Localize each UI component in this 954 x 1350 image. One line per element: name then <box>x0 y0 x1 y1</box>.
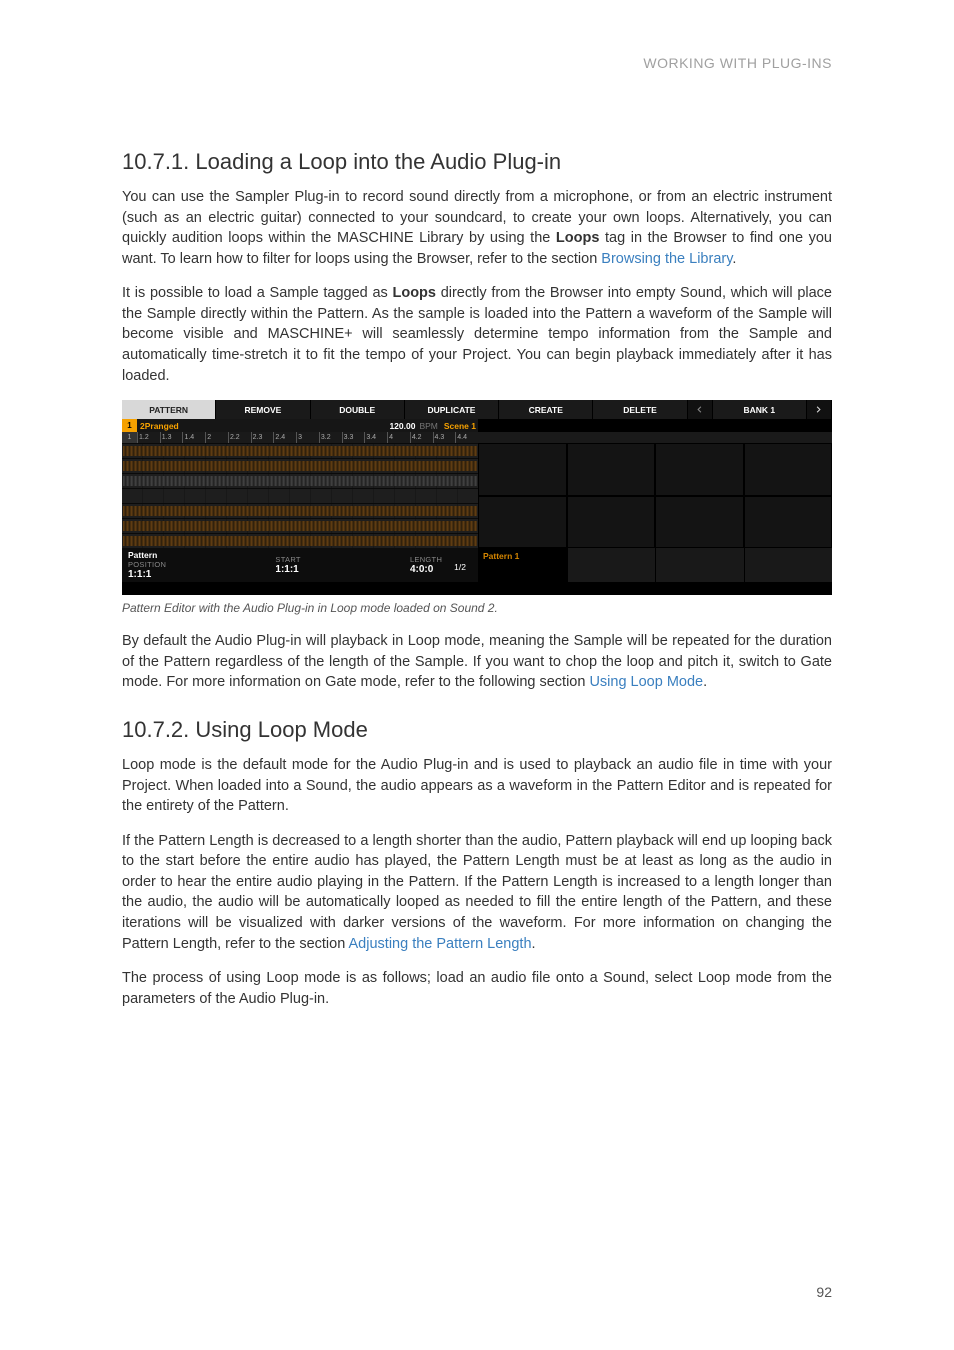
lane <box>122 443 478 458</box>
tick: 4 <box>387 432 410 443</box>
text: . <box>732 251 736 267</box>
tempo-display: 120.00 BPM Scene 1 <box>389 419 478 432</box>
position-value[interactable]: 1:1:1 <box>128 569 166 580</box>
tick: 2 <box>205 432 228 443</box>
tick: 4.3 <box>433 432 456 443</box>
length-label: LENGTH <box>410 555 442 564</box>
pattern-cell[interactable] <box>567 548 656 582</box>
pattern-top-toolbar: PATTERN REMOVE DOUBLE DUPLICATE CREATE D… <box>122 400 832 419</box>
pad[interactable] <box>478 496 567 549</box>
tick: 4.2 <box>410 432 433 443</box>
timeline-start-num: 1 <box>122 432 137 443</box>
bpm-value: 120.00 <box>389 421 415 431</box>
page-header: WORKING WITH PLUG-INS <box>122 55 832 71</box>
link-using-loop-mode[interactable]: Using Loop Mode <box>589 674 703 690</box>
waveform-lanes[interactable] <box>122 443 478 548</box>
start-value[interactable]: 1:1:1 <box>275 564 300 575</box>
bank-label[interactable]: BANK 1 <box>713 400 807 419</box>
pattern-cell-1[interactable]: Pattern 1 <box>478 548 567 582</box>
tick: 3.4 <box>364 432 387 443</box>
sound-slot-number[interactable]: 1 <box>122 419 137 432</box>
tick: 3.3 <box>342 432 365 443</box>
section-10-7-2-p1: Loop mode is the default mode for the Au… <box>122 755 832 817</box>
text: By default the Audio Plug-in will playba… <box>122 633 832 690</box>
duplicate-button[interactable]: DUPLICATE <box>405 400 499 419</box>
tick: 2.3 <box>251 432 274 443</box>
chevron-left-icon <box>696 405 703 415</box>
pad-grid <box>478 443 832 548</box>
text: . <box>703 674 707 690</box>
tick: 2.2 <box>228 432 251 443</box>
text: It is possible to load a Sample tagged a… <box>122 285 392 301</box>
section-10-7-2-title: 10.7.2. Using Loop Mode <box>122 717 832 743</box>
pattern-button[interactable]: PATTERN <box>122 400 216 419</box>
text: . <box>532 936 536 952</box>
tick: 3.2 <box>319 432 342 443</box>
lane <box>122 458 478 473</box>
pattern-editor-screenshot: PATTERN REMOVE DOUBLE DUPLICATE CREATE D… <box>122 400 832 595</box>
tick: 4.4 <box>455 432 478 443</box>
pattern-cells: Pattern 1 <box>478 548 832 582</box>
text: If the Pattern Length is decreased to a … <box>122 833 832 952</box>
bold-loops-2: Loops <box>392 285 436 301</box>
pad[interactable] <box>655 496 744 549</box>
bank-prev-button[interactable] <box>688 400 713 419</box>
bank-next-button[interactable] <box>807 400 832 419</box>
tick: 1.3 <box>160 432 183 443</box>
pattern-params: Pattern POSITION 1:1:1 START 1:1:1 LENGT… <box>122 548 478 582</box>
pad[interactable] <box>567 443 656 496</box>
link-browsing-library[interactable]: Browsing the Library <box>601 251 732 267</box>
after-figure-p1: By default the Audio Plug-in will playba… <box>122 631 832 693</box>
chevron-right-icon <box>815 405 822 415</box>
position-label: POSITION <box>128 560 166 569</box>
create-button[interactable]: CREATE <box>499 400 593 419</box>
start-label: START <box>275 555 300 564</box>
link-adjusting-pattern-length[interactable]: Adjusting the Pattern Length <box>349 936 532 952</box>
pad[interactable] <box>744 443 833 496</box>
section-10-7-2-p3: The process of using Loop mode is as fol… <box>122 968 832 1009</box>
lane <box>122 533 478 548</box>
sound-info-row: 1 2Pranged 120.00 BPM Scene 1 <box>122 419 832 432</box>
tick: 2.4 <box>273 432 296 443</box>
pattern-cell[interactable] <box>655 548 744 582</box>
tick: 3 <box>296 432 319 443</box>
tick: 1.2 <box>137 432 160 443</box>
length-value[interactable]: 4:0:0 <box>410 564 442 575</box>
bold-loops: Loops <box>556 230 600 246</box>
section-10-7-1-p1: You can use the Sampler Plug-in to recor… <box>122 187 832 269</box>
lane <box>122 503 478 518</box>
remove-button[interactable]: REMOVE <box>216 400 310 419</box>
param-page[interactable]: 1/2 <box>454 558 472 572</box>
scene-label: Scene 1 <box>444 421 476 431</box>
timeline-row: 1 1.2 1.3 1.4 2 2.2 2.3 2.4 3 3.2 3.3 3.… <box>122 432 832 443</box>
pad[interactable] <box>478 443 567 496</box>
section-10-7-2-p2: If the Pattern Length is decreased to a … <box>122 831 832 954</box>
section-10-7-1-p2: It is possible to load a Sample tagged a… <box>122 283 832 386</box>
page-number: 92 <box>816 1284 832 1300</box>
tick: 1.4 <box>182 432 205 443</box>
timeline-ticks[interactable]: 1.2 1.3 1.4 2 2.2 2.3 2.4 3 3.2 3.3 3.4 … <box>137 432 478 443</box>
double-button[interactable]: DOUBLE <box>311 400 405 419</box>
pad[interactable] <box>567 496 656 549</box>
param-title: Pattern <box>128 550 166 560</box>
pattern-cell[interactable] <box>744 548 833 582</box>
figure-caption: Pattern Editor with the Audio Plug-in in… <box>122 601 832 615</box>
lane <box>122 518 478 533</box>
bpm-unit: BPM <box>419 421 437 431</box>
section-10-7-1-title: 10.7.1. Loading a Loop into the Audio Pl… <box>122 149 832 175</box>
lane <box>122 473 478 488</box>
delete-button[interactable]: DELETE <box>593 400 687 419</box>
pad[interactable] <box>744 496 833 549</box>
lane <box>122 488 478 503</box>
pad[interactable] <box>655 443 744 496</box>
sound-name[interactable]: 2Pranged <box>137 419 179 432</box>
